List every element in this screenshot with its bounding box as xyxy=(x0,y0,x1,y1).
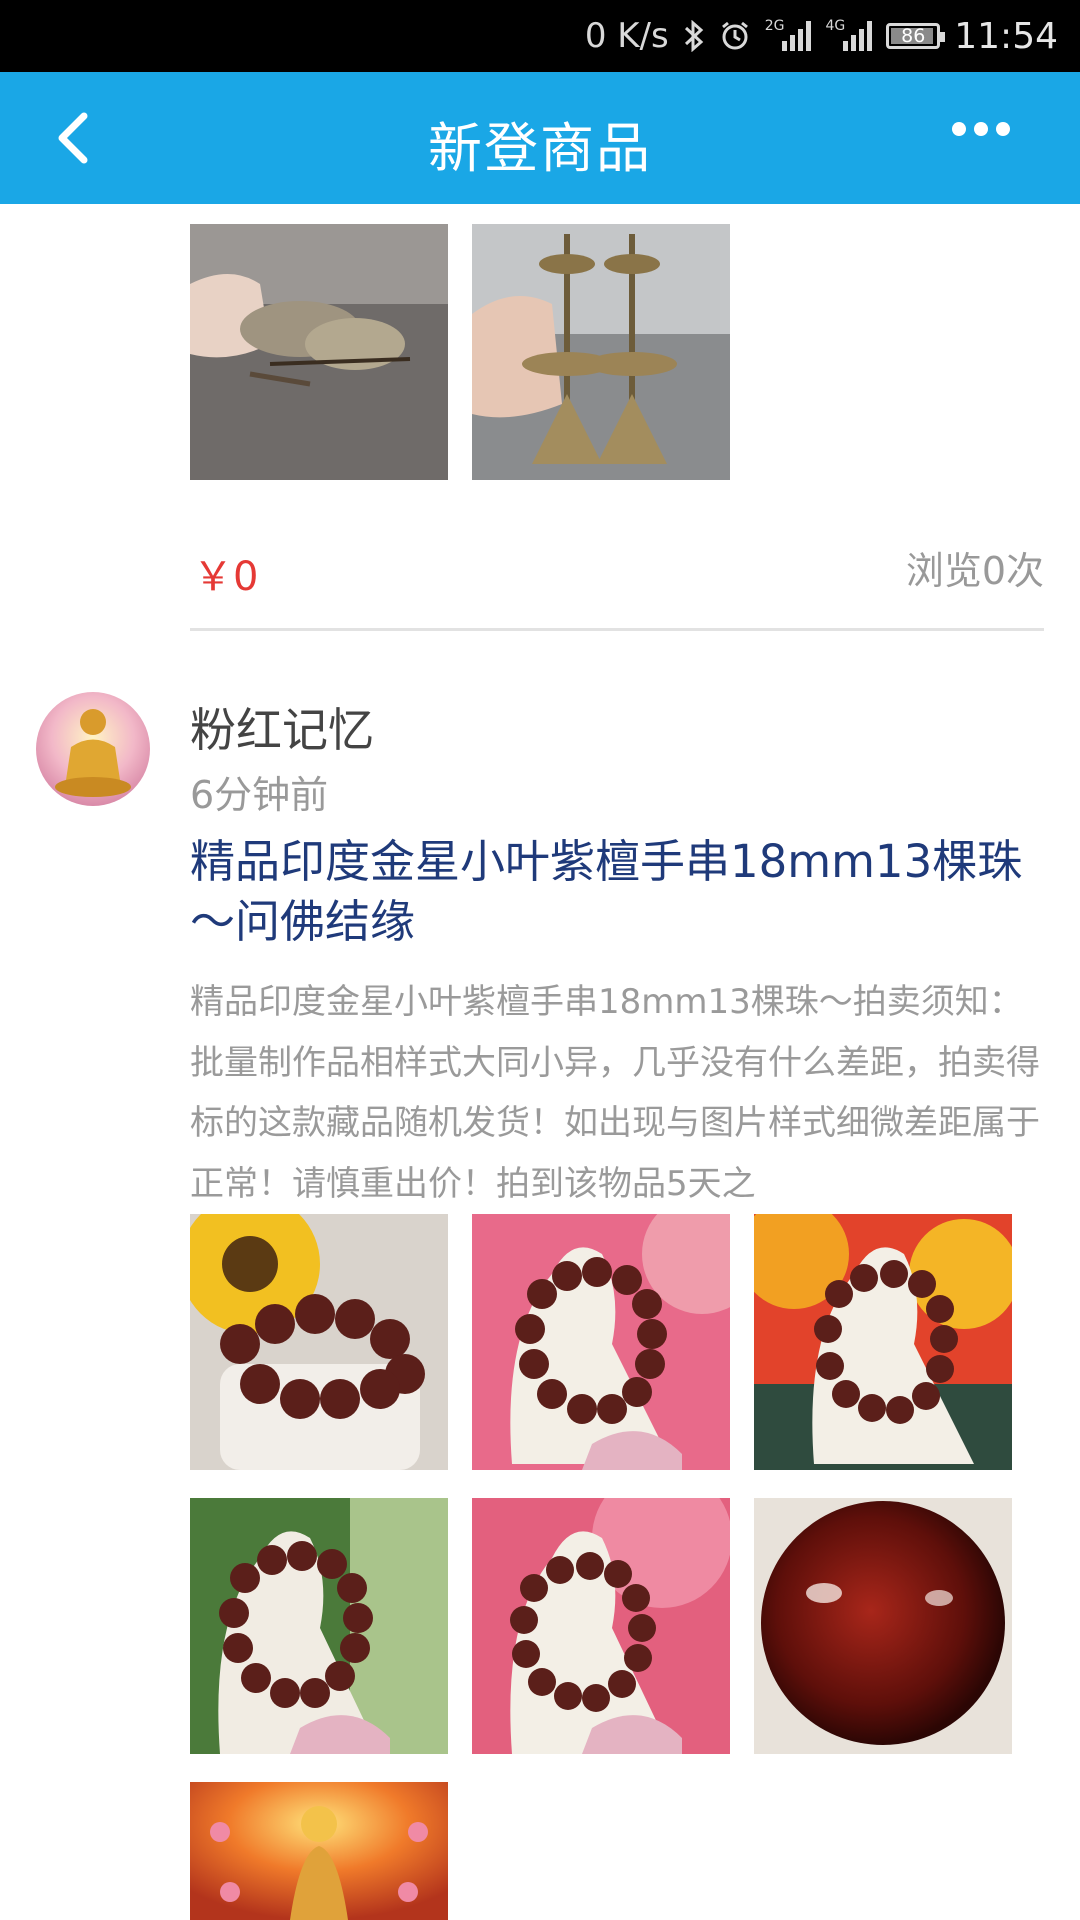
bluetooth-icon xyxy=(683,20,705,52)
candle-holder-photo xyxy=(472,224,730,480)
item-photo[interactable] xyxy=(472,224,730,480)
page-title: 新登商品 xyxy=(428,117,652,180)
item-description: 精品印度金星小叶紫檀手串18mm13棵珠～拍卖须知：批量制作品相样式大同小异，几… xyxy=(190,982,1040,1204)
network-type-label: 2G xyxy=(764,18,785,34)
divider xyxy=(190,628,1044,631)
app-bar: 新登商品 xyxy=(0,72,1080,204)
bracelet-photo xyxy=(472,1214,730,1470)
signal-icon xyxy=(782,21,812,51)
guanyin-photo xyxy=(190,1782,448,1920)
signal-4g: 4G xyxy=(825,18,873,51)
bracelet-photo xyxy=(190,1498,448,1754)
network-speed: 0 K/s xyxy=(584,16,669,56)
item-title[interactable]: 精品印度金星小叶紫檀手串18mm13棵珠～问佛结缘 xyxy=(190,832,1040,952)
status-bar: 0 K/s 2G 4G 86 11:54 xyxy=(0,0,1080,72)
more-options-icon[interactable] xyxy=(952,122,1010,136)
seller-name[interactable]: 粉红记忆 xyxy=(190,694,374,760)
bracelet-photo xyxy=(472,1498,730,1754)
bead-closeup-photo xyxy=(754,1498,1012,1754)
item-photo[interactable] xyxy=(472,1498,730,1754)
item-photo[interactable] xyxy=(472,1214,730,1470)
item-photo[interactable] xyxy=(754,1498,1012,1754)
bracelet-photo xyxy=(190,1214,448,1470)
price: ￥0 xyxy=(193,554,259,600)
item-photo[interactable] xyxy=(754,1214,1012,1470)
post-time: 6分钟前 xyxy=(190,773,329,817)
candle-holder-photo xyxy=(190,224,448,480)
battery-icon: 86 xyxy=(886,23,946,49)
item-photo[interactable] xyxy=(190,1214,448,1470)
alarm-icon xyxy=(719,20,751,52)
avatar[interactable] xyxy=(36,692,150,806)
bracelet-photo xyxy=(754,1214,1012,1470)
network-type-label: 4G xyxy=(825,18,846,34)
view-count: 浏览0次 xyxy=(905,549,1044,593)
signal-icon xyxy=(843,21,873,51)
item-photo[interactable] xyxy=(190,224,448,480)
buddha-avatar-image xyxy=(36,692,150,806)
clock: 11:54 xyxy=(954,15,1058,57)
item-photo[interactable] xyxy=(190,1782,448,1920)
signal-2g: 2G xyxy=(764,18,812,51)
battery-percent: 86 xyxy=(901,25,926,47)
item-photo[interactable] xyxy=(190,1498,448,1754)
